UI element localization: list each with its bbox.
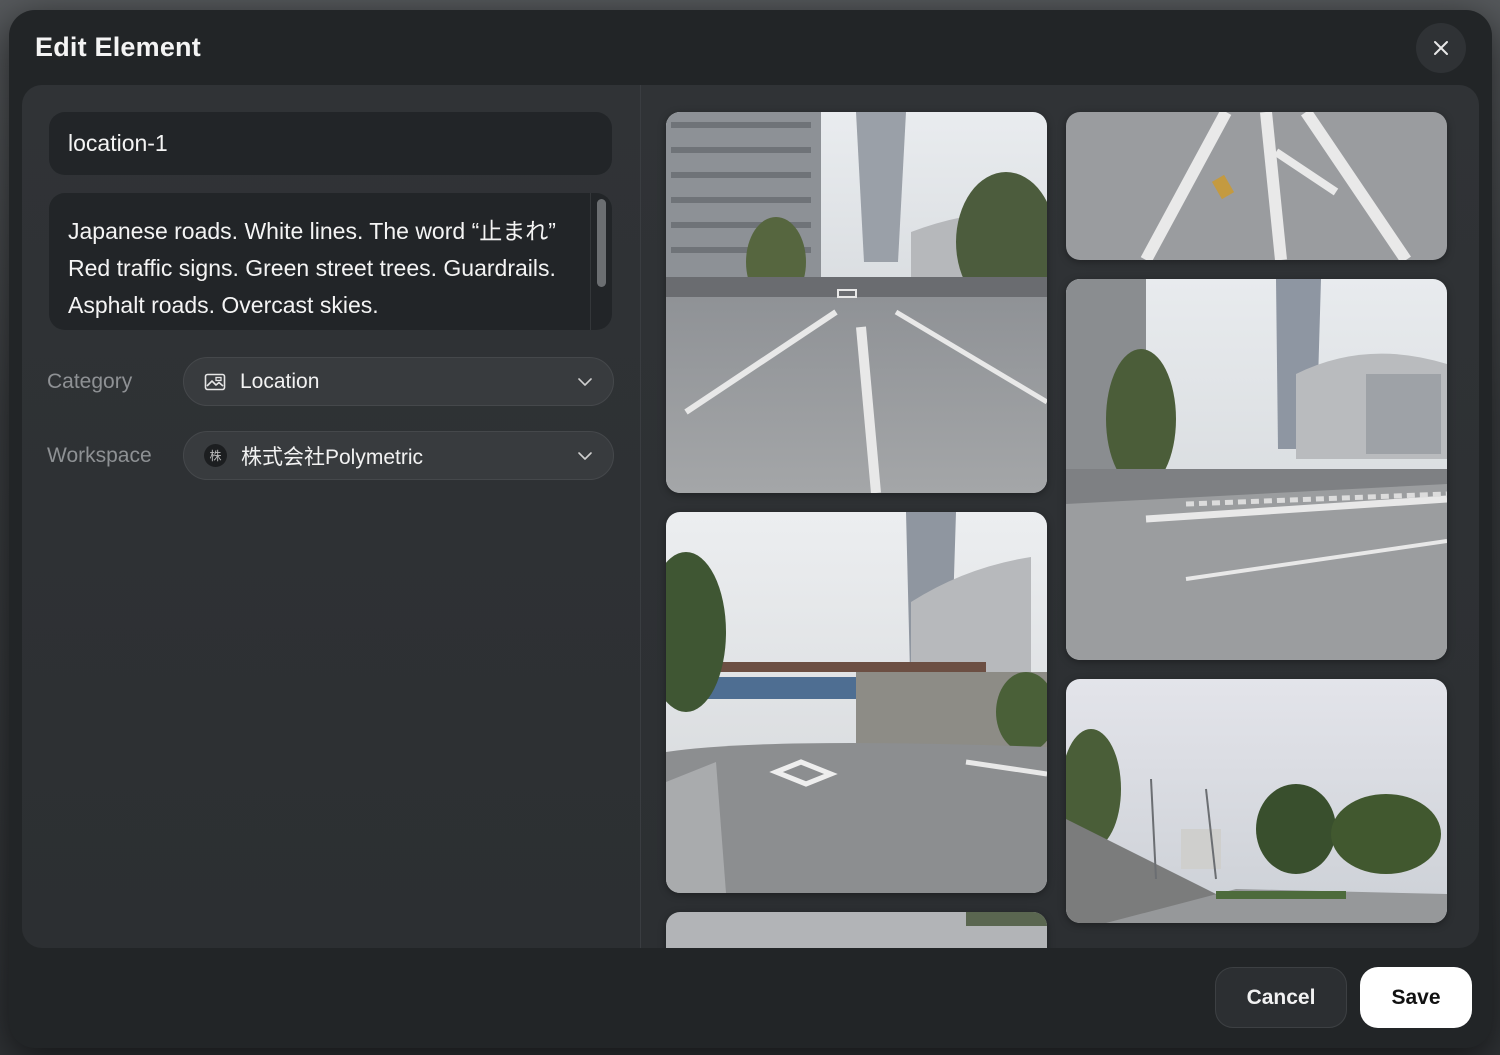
category-label: Category	[47, 370, 133, 393]
close-icon	[1434, 41, 1448, 55]
chevron-down-icon	[578, 378, 592, 386]
edit-element-dialog: Edit Element Japanese roads. White lines…	[9, 10, 1492, 1048]
image-icon	[204, 373, 226, 390]
chevron-down-icon	[578, 452, 592, 460]
save-button[interactable]: Save	[1360, 967, 1472, 1028]
workspace-avatar: 株	[204, 444, 227, 467]
category-value: Location	[240, 369, 320, 393]
street-photo-icon	[666, 912, 1047, 948]
category-select[interactable]: Location	[183, 357, 614, 406]
workspace-label: Workspace	[47, 444, 152, 467]
reference-gallery	[641, 85, 1479, 948]
road-photo-3[interactable]	[1066, 279, 1447, 660]
description-text: Japanese roads. White lines. The word “止…	[68, 218, 556, 318]
road-photo-2[interactable]	[1066, 112, 1447, 260]
form-column: Japanese roads. White lines. The word “止…	[22, 85, 641, 948]
road-photo-5[interactable]	[1066, 679, 1447, 923]
dialog-title: Edit Element	[35, 32, 201, 62]
description-textarea[interactable]: Japanese roads. White lines. The word “止…	[49, 193, 612, 330]
scrollbar-thumb[interactable]	[597, 199, 606, 287]
road-photo-6[interactable]	[666, 912, 1047, 948]
street-photo-icon	[1066, 679, 1447, 923]
content-panel: Japanese roads. White lines. The word “止…	[22, 85, 1479, 948]
street-photo-icon	[666, 512, 1047, 893]
street-photo-icon	[666, 112, 1047, 493]
close-button[interactable]	[1416, 23, 1466, 73]
cancel-button[interactable]: Cancel	[1215, 967, 1347, 1028]
workspace-select[interactable]: 株 株式会社Polymetric	[183, 431, 614, 480]
road-photo-1[interactable]	[666, 112, 1047, 493]
street-photo-icon	[1066, 279, 1447, 660]
road-photo-4[interactable]	[666, 512, 1047, 893]
element-name-input[interactable]	[49, 112, 612, 175]
road-marking-closeup-icon	[1066, 112, 1447, 260]
workspace-value: 株式会社Polymetric	[241, 445, 424, 469]
description-scrollbar[interactable]	[590, 193, 612, 330]
